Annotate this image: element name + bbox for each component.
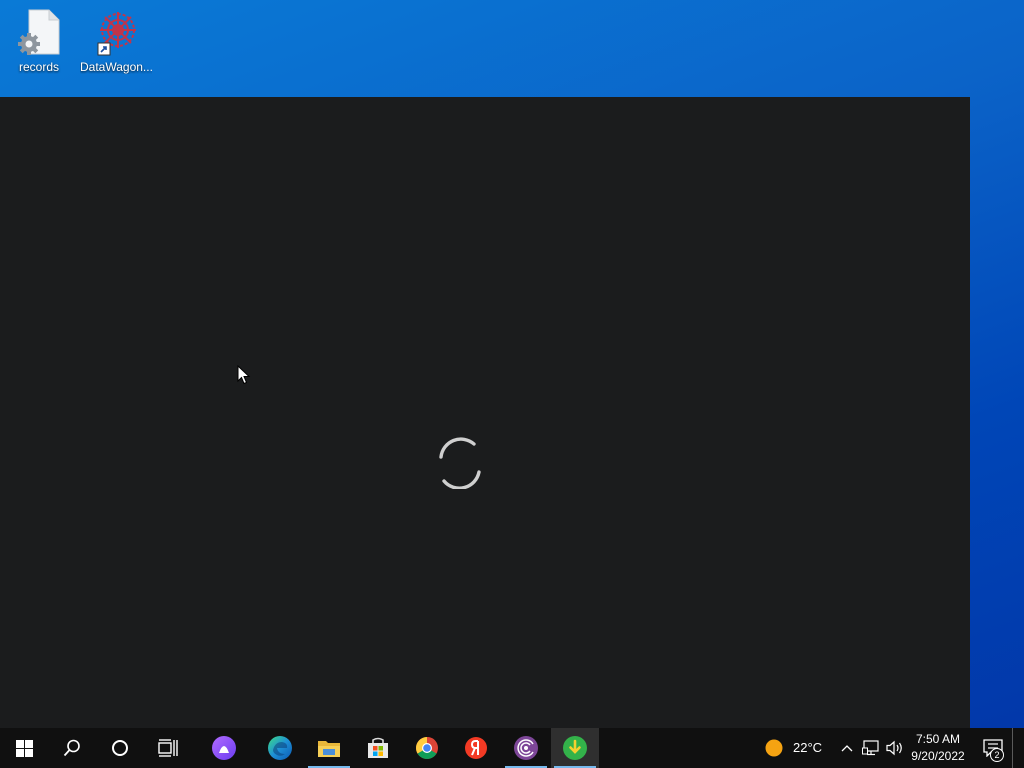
download-icon: [563, 736, 587, 760]
clock[interactable]: 7:50 AM 9/20/2022: [906, 731, 970, 765]
network-icon: [862, 740, 879, 756]
clock-date: 9/20/2022: [911, 749, 965, 763]
tor-icon: [514, 736, 538, 760]
folder-icon: [318, 741, 340, 757]
edge-icon: [268, 736, 292, 760]
search-button[interactable]: [48, 728, 96, 768]
datawagon-shortcut-icon: [92, 8, 140, 58]
alice-app[interactable]: [200, 728, 248, 768]
alice-icon: [212, 736, 236, 760]
taskbar: 22°C 7:50 AM 9/20/2022: [0, 728, 1024, 768]
tor-app[interactable]: [502, 728, 550, 768]
weather-temperature[interactable]: 22°C: [793, 740, 822, 755]
task-view-button[interactable]: [144, 728, 192, 768]
cortana-circle-icon: [112, 740, 128, 756]
chrome-icon: [416, 737, 438, 759]
file-explorer-app[interactable]: [305, 728, 353, 768]
start-button[interactable]: [0, 728, 48, 768]
desktop-icon-datawagon[interactable]: DataWagon...: [80, 8, 152, 74]
show-hidden-icons-button[interactable]: [836, 728, 858, 768]
notification-count-badge: 2: [990, 748, 1004, 762]
mouse-cursor-icon: [237, 365, 251, 385]
desktop-icon-label: records: [18, 60, 59, 74]
windows-logo-icon: [15, 739, 33, 757]
settings-file-icon: [15, 8, 63, 58]
yandex-icon: [465, 737, 487, 759]
volume-button[interactable]: [883, 728, 907, 768]
cortana-button[interactable]: [96, 728, 144, 768]
downloader-app[interactable]: [551, 728, 599, 768]
app-window: [0, 97, 970, 728]
weather-widget[interactable]: [760, 728, 788, 768]
sun-icon: [765, 739, 783, 757]
yandex-browser-app[interactable]: [452, 728, 500, 768]
chrome-app[interactable]: [403, 728, 451, 768]
loading-spinner-icon: [439, 437, 481, 489]
search-icon: [63, 739, 80, 757]
chevron-up-icon: [841, 745, 853, 752]
task-view-icon: [158, 739, 178, 757]
store-icon: [368, 737, 388, 758]
desktop-icon-records[interactable]: records: [3, 8, 75, 74]
show-desktop-button[interactable]: [1012, 728, 1024, 768]
clock-time: 7:50 AM: [915, 732, 961, 746]
network-button[interactable]: [859, 728, 883, 768]
edge-app[interactable]: [256, 728, 304, 768]
volume-icon: [886, 740, 902, 756]
desktop-icon-label: DataWagon...: [80, 60, 152, 74]
store-app[interactable]: [354, 728, 402, 768]
